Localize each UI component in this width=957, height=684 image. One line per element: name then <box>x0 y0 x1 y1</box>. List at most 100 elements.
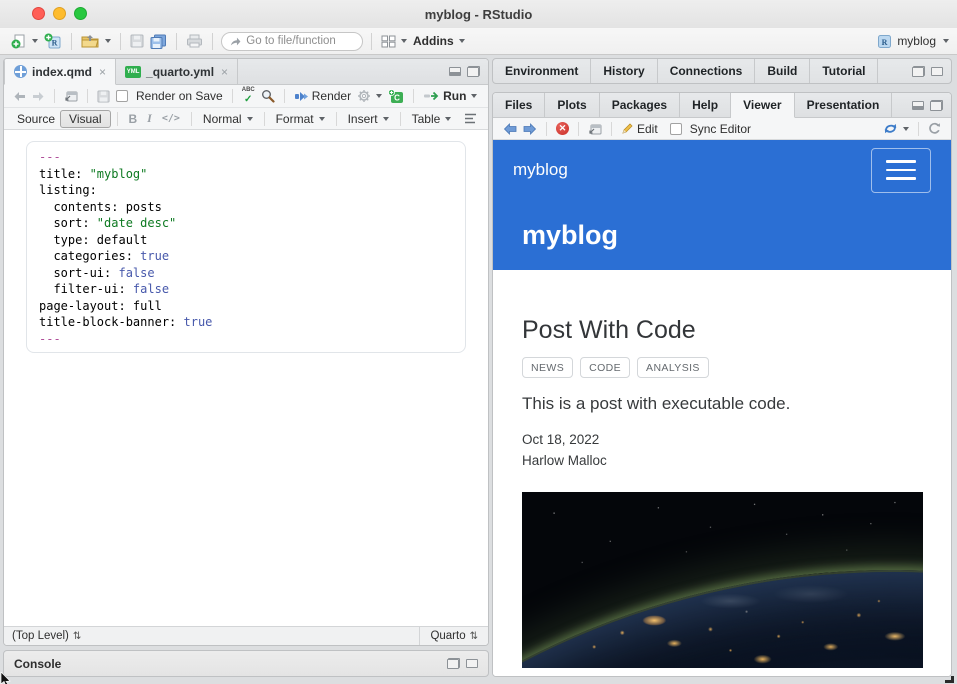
post-thumbnail-image[interactable] <box>522 492 923 668</box>
tab-environment[interactable]: Environment <box>493 59 591 83</box>
console-title: Console <box>14 657 61 671</box>
tab-tutorial[interactable]: Tutorial <box>810 59 878 83</box>
paragraph-style-dropdown[interactable]: Normal <box>198 111 258 127</box>
post-title[interactable]: Post With Code <box>522 316 951 345</box>
code-line[interactable]: listing: <box>39 182 453 199</box>
viewer-back-button[interactable] <box>500 121 520 137</box>
new-project-button[interactable]: R <box>41 31 65 52</box>
tab-history[interactable]: History <box>591 59 657 83</box>
tab-packages[interactable]: Packages <box>600 93 680 117</box>
code-line[interactable]: title: "myblog" <box>39 166 453 183</box>
code-format-button[interactable]: </> <box>157 112 185 125</box>
editor-content[interactable]: ---title: "myblog"listing: contents: pos… <box>4 130 488 626</box>
outline-toggle-button[interactable] <box>461 111 480 126</box>
addins-button[interactable]: Addins <box>410 32 468 50</box>
visual-mode-button[interactable]: Visual <box>60 110 110 128</box>
window-resize-grip[interactable] <box>945 676 954 683</box>
maximize-pane-icon[interactable] <box>931 67 943 76</box>
maximize-pane-icon[interactable] <box>466 659 478 668</box>
render-on-save-checkbox[interactable]: Render on Save <box>113 87 226 105</box>
viewer-edit-button[interactable]: Edit <box>618 120 661 138</box>
source-mode-button[interactable]: Source <box>12 111 60 127</box>
save-file-button[interactable] <box>94 88 113 105</box>
refresh-icon <box>928 122 941 135</box>
run-button[interactable]: Run <box>420 87 480 105</box>
navbar-toggler-button[interactable] <box>871 148 931 193</box>
insert-menu[interactable]: Insert <box>343 111 394 127</box>
code-line[interactable]: --- <box>39 149 453 166</box>
tab-build[interactable]: Build <box>755 59 810 83</box>
close-window-button[interactable] <box>32 7 45 20</box>
render-options-button[interactable] <box>354 87 385 105</box>
insert-chunk-button[interactable]: C <box>385 87 407 106</box>
popout-button[interactable] <box>61 88 81 104</box>
code-line[interactable]: sort: "date desc" <box>39 215 453 232</box>
toolbar-separator <box>400 112 401 126</box>
tab-presentation[interactable]: Presentation <box>795 93 893 117</box>
caret-down-icon <box>445 117 451 121</box>
viewer-forward-button[interactable] <box>520 121 540 137</box>
open-file-button[interactable] <box>78 32 114 50</box>
category-badge-news[interactable]: NEWS <box>522 357 573 378</box>
file-type-selector[interactable]: Quarto ⇅ <box>419 627 488 645</box>
goto-file-search[interactable] <box>221 32 363 51</box>
save-button[interactable] <box>127 32 147 50</box>
new-file-button[interactable] <box>8 31 41 51</box>
close-tab-icon[interactable]: × <box>99 65 106 79</box>
editor-tab-index.qmd[interactable]: index.qmd× <box>4 59 116 85</box>
blog-navbar-title[interactable]: myblog <box>513 160 568 180</box>
table-menu[interactable]: Table <box>407 111 457 127</box>
viewer-stop-button[interactable]: ✕ <box>553 120 572 137</box>
tab-files[interactable]: Files <box>493 93 545 117</box>
code-line[interactable]: sort-ui: false <box>39 265 453 282</box>
format-menu[interactable]: Format <box>271 111 330 127</box>
caret-down-icon <box>376 94 382 98</box>
insert-menu-label: Insert <box>348 112 378 126</box>
forward-button[interactable] <box>29 89 48 104</box>
scope-selector[interactable]: (Top Level) ⇅ <box>4 630 419 642</box>
category-badge-analysis[interactable]: ANALYSIS <box>637 357 709 378</box>
code-line[interactable]: contents: posts <box>39 199 453 216</box>
minimize-pane-icon[interactable] <box>912 101 924 110</box>
viewer-refresh-button[interactable] <box>925 120 944 137</box>
code-line[interactable]: --- <box>39 331 453 348</box>
viewer-sync-button[interactable] <box>880 120 912 137</box>
spellcheck-button[interactable]: ABC ✓ <box>239 85 258 107</box>
bold-button[interactable]: B <box>124 111 143 127</box>
run-icon <box>423 91 440 101</box>
project-selector[interactable]: R myblog <box>877 34 949 49</box>
close-tab-icon[interactable]: × <box>221 65 228 79</box>
toolbar-separator <box>176 33 177 50</box>
restore-pane-icon[interactable] <box>447 658 460 669</box>
code-line[interactable]: categories: true <box>39 248 453 265</box>
tab-viewer[interactable]: Viewer <box>731 93 794 118</box>
viewer-content[interactable]: myblog myblog Post With Code NEWSCODEANA… <box>493 140 951 676</box>
save-all-button[interactable] <box>147 32 170 51</box>
source-mode-label: Source <box>17 112 55 126</box>
minimize-window-button[interactable] <box>53 7 66 20</box>
print-button[interactable] <box>183 32 206 50</box>
back-button[interactable] <box>10 89 29 104</box>
find-replace-button[interactable] <box>258 87 278 105</box>
viewer-popout-button[interactable] <box>585 121 605 137</box>
editor-tab-_quarto.yml[interactable]: YML_quarto.yml× <box>116 59 238 84</box>
zoom-window-button[interactable] <box>74 7 87 20</box>
italic-button[interactable]: I <box>142 110 157 127</box>
sync-editor-checkbox[interactable]: Sync Editor <box>667 120 754 138</box>
maximize-pane-icon[interactable] <box>467 66 480 77</box>
pane-layout-button[interactable] <box>378 33 410 50</box>
render-button[interactable]: Render <box>291 87 354 105</box>
code-line[interactable]: page-layout: full <box>39 298 453 315</box>
tab-help[interactable]: Help <box>680 93 731 117</box>
minimize-pane-icon[interactable] <box>449 67 461 76</box>
maximize-pane-icon[interactable] <box>930 100 943 111</box>
goto-file-input[interactable] <box>246 35 354 47</box>
code-line[interactable]: filter-ui: false <box>39 281 453 298</box>
restore-pane-icon[interactable] <box>912 66 925 77</box>
tab-connections[interactable]: Connections <box>658 59 756 83</box>
code-line[interactable]: title-block-banner: true <box>39 314 453 331</box>
tab-plots[interactable]: Plots <box>545 93 599 117</box>
yaml-metadata-block[interactable]: ---title: "myblog"listing: contents: pos… <box>26 141 466 353</box>
code-line[interactable]: type: default <box>39 232 453 249</box>
category-badge-code[interactable]: CODE <box>580 357 630 378</box>
